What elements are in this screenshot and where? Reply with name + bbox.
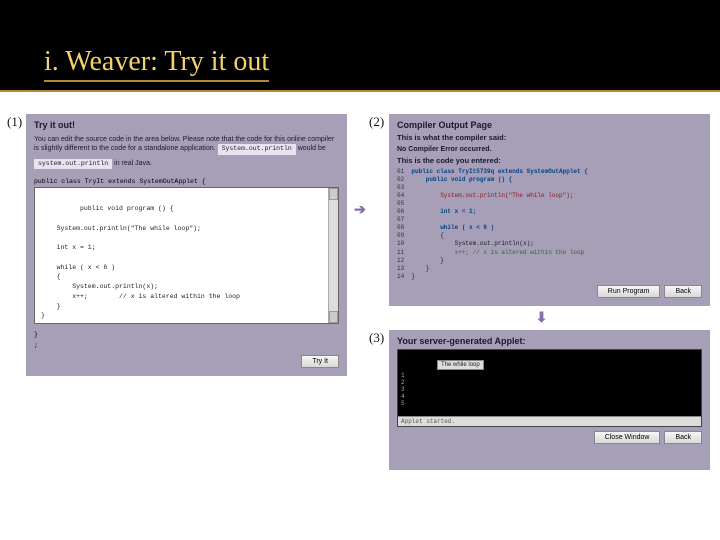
panel-compiler-output: Compiler Output Page This is what the co… [389, 114, 710, 306]
panel-3-heading: Your server-generated Applet: [397, 336, 702, 346]
content-grid: (1) Try it out! You can edit the source … [0, 92, 720, 480]
arrow-right-icon: ➔ [347, 114, 373, 306]
panel-1-intro: You can edit the source code in the area… [34, 135, 339, 155]
panel-1-number: (1) [7, 114, 22, 130]
code-listing: 01 public class TryIt5739q extends Syste… [397, 168, 702, 281]
panel-1-heading: Try it out! [34, 120, 339, 130]
class-footer: } ; [34, 330, 339, 351]
class-header: public class TryIt extends SystemOutAppl… [34, 177, 339, 187]
panel-2-cell: (2) Compiler Output Page This is what th… [373, 114, 710, 306]
panel-try-it-out: Try it out! You can edit the source code… [26, 114, 347, 376]
panel-3-number: (3) [369, 330, 384, 346]
applet-status-bar: Applet started. [398, 416, 701, 426]
compiler-message: No Compiler Error occurred. [397, 145, 702, 154]
code-entered-label: This is the code you entered: [397, 156, 702, 166]
applet-output: The while loop 1 2 3 4 5 Applet started. [397, 349, 702, 427]
applet-title-bar: The while loop [437, 360, 484, 370]
panel-applet: Your server-generated Applet: The while … [389, 330, 710, 470]
slide-title: i. Weaver: Try it out [44, 46, 269, 82]
panel-3-cell: (3) Your server-generated Applet: The wh… [373, 330, 710, 470]
code-chip-2: system.out.println [34, 159, 112, 169]
panel-2-number: (2) [369, 114, 384, 130]
code-editor[interactable]: public void program () { System.out.prin… [34, 187, 339, 324]
back-button[interactable]: Back [664, 285, 702, 298]
run-program-button[interactable]: Run Program [597, 285, 661, 298]
scrollbar-icon[interactable] [328, 188, 338, 323]
arrow-down-icon: ⬇ [373, 306, 710, 330]
code-chip-1: System.out.println [218, 144, 296, 154]
panel-1-cell: (1) Try it out! You can edit the source … [10, 114, 347, 470]
back-button-2[interactable]: Back [664, 431, 702, 444]
try-it-button[interactable]: Try It [301, 355, 339, 368]
compiler-said-label: This is what the compiler said: [397, 133, 702, 143]
close-window-button[interactable]: Close Window [594, 431, 661, 444]
slide-title-bar: i. Weaver: Try it out [0, 0, 720, 92]
panel-2-heading: Compiler Output Page [397, 120, 702, 130]
